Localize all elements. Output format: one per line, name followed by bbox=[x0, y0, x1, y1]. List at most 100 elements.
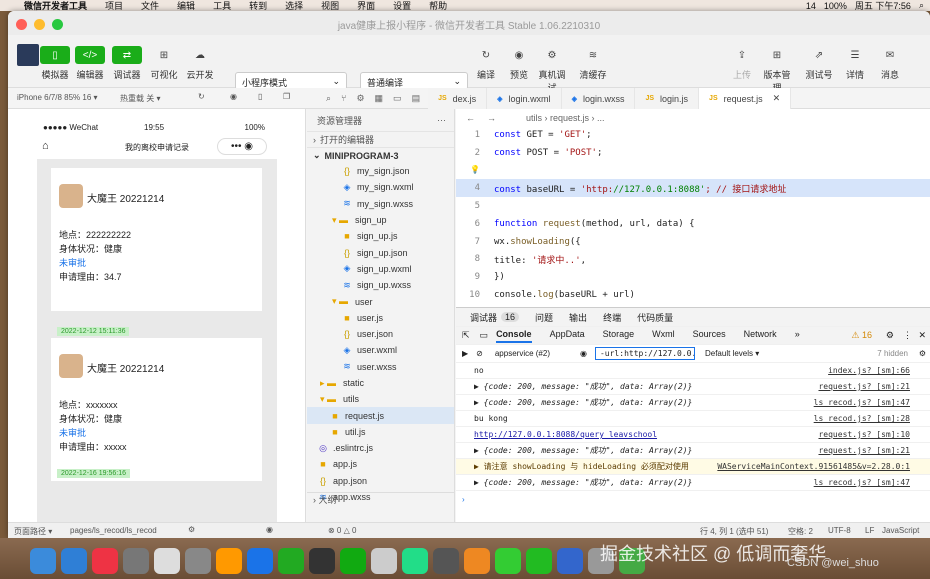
preview-icon[interactable]: ◉ bbox=[266, 525, 273, 534]
menu-item[interactable]: 转到 bbox=[249, 0, 267, 11]
code-line[interactable]: 7 wx.showLoading({ bbox=[456, 233, 930, 251]
eye-icon[interactable]: ◉ bbox=[580, 349, 587, 358]
search-icon[interactable]: ⌕ bbox=[326, 93, 331, 104]
console-row[interactable]: ▶ {code: 200, message: "成功", data: Array… bbox=[456, 395, 930, 411]
console-row[interactable]: bu kong ls_recod.js? [sm]:28 bbox=[456, 411, 930, 427]
console-source-link[interactable]: request.js? [sm]:21 bbox=[818, 382, 910, 391]
file-item[interactable]: ■ util.js bbox=[307, 424, 454, 440]
indent-setting[interactable]: 空格: 2 bbox=[788, 526, 813, 537]
console-message[interactable]: http://127.0.0.1:8088/query_leavschool bbox=[474, 430, 657, 439]
warning-count[interactable]: ⚠ 16 bbox=[851, 330, 872, 341]
code-line[interactable]: 4 const baseURL = 'http://127.0.0.1:8088'… bbox=[456, 179, 930, 198]
sidebar-toggle-icon[interactable]: ▶ bbox=[462, 349, 468, 358]
settings-icon[interactable]: ⚙ bbox=[188, 525, 195, 534]
copy-icon[interactable]: ❐ bbox=[283, 92, 290, 101]
console-row[interactable]: ▶ {code: 200, message: "成功", data: Array… bbox=[456, 475, 930, 491]
menu-item[interactable]: 视图 bbox=[321, 0, 339, 11]
phone-icon[interactable]: ▯ bbox=[258, 92, 262, 101]
menu-item[interactable]: 选择 bbox=[285, 0, 303, 11]
record-card[interactable]: 大魔王 20221214 地点：xxxxxxx 身体状况：健康 未审批 申请理由… bbox=[51, 338, 262, 481]
toolbar-button[interactable]: ⇗ 测试号 bbox=[802, 46, 836, 81]
toolbar-button[interactable]: ⚙真机调试 bbox=[535, 46, 569, 94]
phone-button[interactable]: ▯ 模拟器 bbox=[38, 46, 72, 81]
encoding[interactable]: UTF-8 bbox=[828, 526, 851, 535]
code-line[interactable]: 2 const POST = 'POST'; bbox=[456, 144, 930, 162]
forward-icon[interactable]: → bbox=[487, 113, 496, 123]
editor-tab[interactable]: JS login.js bbox=[635, 88, 700, 109]
dock-app-icon[interactable] bbox=[464, 548, 490, 574]
debug-top-tab[interactable]: 终端 bbox=[603, 311, 621, 324]
avatar[interactable] bbox=[17, 44, 39, 66]
file-item[interactable]: {} user.json bbox=[307, 326, 454, 342]
dock-app-icon[interactable] bbox=[30, 548, 56, 574]
dock-app-icon[interactable] bbox=[371, 548, 397, 574]
dock-app-icon[interactable] bbox=[278, 548, 304, 574]
editor-tab[interactable]: ◈ login.wxml bbox=[487, 88, 562, 109]
capsule-menu[interactable]: ••• ◉ bbox=[217, 138, 267, 155]
toolbar-button[interactable]: ≋ 清缓存 bbox=[576, 46, 610, 81]
folder-item[interactable]: ▸ ▬ static bbox=[307, 375, 454, 391]
refresh-icon[interactable]: ↻ bbox=[198, 92, 205, 101]
menu-item[interactable]: 编辑 bbox=[177, 0, 195, 11]
console-row[interactable]: http://127.0.0.1:8088/query_leavschool re… bbox=[456, 427, 930, 443]
file-item[interactable]: ■ sign_up.js bbox=[307, 228, 454, 244]
terminal-icon[interactable]: ▭ bbox=[393, 93, 402, 104]
language-mode[interactable]: JavaScript bbox=[882, 526, 919, 535]
filter-input[interactable]: -url:http://127.0.0.1:2 bbox=[594, 347, 695, 360]
devtools-tab[interactable]: Network bbox=[744, 329, 777, 343]
dock-app-icon[interactable] bbox=[92, 548, 118, 574]
console-source-link[interactable]: request.js? [sm]:10 bbox=[818, 430, 910, 439]
console-row[interactable]: ▶ {code: 200, message: "成功", data: Array… bbox=[456, 379, 930, 395]
debug-count-badge[interactable]: 16 bbox=[501, 312, 520, 322]
devtools-tab[interactable]: » bbox=[795, 329, 800, 343]
hot-reload-select[interactable]: 热重载 关 ▾ bbox=[120, 93, 160, 104]
toolbar-button[interactable]: ↻ 编译 bbox=[469, 46, 503, 81]
menu-item[interactable]: 帮助 bbox=[429, 0, 447, 11]
console-row[interactable]: ▶ 请注意 showLoading 与 hideLoading 必须配对使用 WA… bbox=[456, 459, 930, 475]
console-source-link[interactable]: request.js? [sm]:21 bbox=[818, 446, 910, 455]
file-item[interactable]: {} sign_up.json bbox=[307, 244, 454, 260]
clear-console-icon[interactable]: ⊘ bbox=[476, 349, 483, 358]
levels-select[interactable]: Default levels ▾ bbox=[705, 349, 759, 358]
dock-app-icon[interactable] bbox=[247, 548, 273, 574]
console-source-link[interactable]: ls_recod.js? [sm]:47 bbox=[814, 478, 910, 487]
dock-app-icon[interactable] bbox=[402, 548, 428, 574]
dock-app-icon[interactable] bbox=[526, 548, 552, 574]
console-source-link[interactable]: WAServiceMainContext.91561485&v=2.28.0:1 bbox=[717, 462, 910, 471]
dock-app-icon[interactable] bbox=[433, 548, 459, 574]
more-icon[interactable]: ··· bbox=[437, 115, 446, 125]
more-icon[interactable]: ⋮ bbox=[903, 330, 912, 341]
debug-top-tab[interactable]: 输出 bbox=[569, 311, 587, 324]
file-item[interactable]: ■ app.js bbox=[307, 456, 454, 472]
toolbar-button[interactable]: ✉ 消息 bbox=[873, 46, 907, 81]
settings-icon[interactable]: ⚙ bbox=[886, 330, 894, 341]
dock-app-icon[interactable] bbox=[185, 548, 211, 574]
editor-tab[interactable]: ◈ login.wxss bbox=[562, 88, 636, 109]
record-card[interactable]: 大魔王 20221214 地点：222222222 身体状况：健康 未审批 申请… bbox=[51, 168, 262, 311]
context-select[interactable]: appservice (#2) bbox=[495, 349, 550, 358]
problem-counts[interactable]: ⊗ 0 △ 0 bbox=[328, 526, 356, 535]
code-line[interactable]: 10 console.log(baseURL + url) bbox=[456, 286, 930, 304]
outline-section[interactable]: › 大纲 bbox=[307, 492, 454, 506]
dock-app-icon[interactable] bbox=[216, 548, 242, 574]
line-ending[interactable]: LF bbox=[865, 526, 874, 535]
console-row[interactable]: ▶ {code: 200, message: "成功", data: Array… bbox=[456, 443, 930, 459]
close-icon[interactable]: ✕ bbox=[773, 93, 781, 104]
device-select[interactable]: iPhone 6/7/8 85% 16 ▾ bbox=[17, 93, 98, 102]
back-icon[interactable]: ← bbox=[466, 113, 475, 123]
cloud-button[interactable]: ☁ 云开发 bbox=[183, 46, 217, 81]
code-editor[interactable]: ← → utils › request.js › ... 1 const GET … bbox=[456, 109, 930, 307]
menu-item[interactable]: 工具 bbox=[213, 0, 231, 11]
console-row[interactable]: no index.js? [sm]:66 bbox=[456, 363, 930, 379]
menu-item[interactable]: 设置 bbox=[393, 0, 411, 11]
editor-tab[interactable]: JS dex.js bbox=[428, 88, 488, 109]
dock-app-icon[interactable] bbox=[495, 548, 521, 574]
dock-app-icon[interactable] bbox=[309, 548, 335, 574]
file-item[interactable]: {} my_sign.json bbox=[307, 163, 454, 179]
debug-top-tab[interactable]: 代码质量 bbox=[637, 311, 673, 324]
toolbar-button[interactable]: ◉ 预览 bbox=[502, 46, 536, 81]
page-path-label[interactable]: 页面路径 ▾ bbox=[14, 526, 52, 537]
devtools-tab[interactable]: AppData bbox=[550, 329, 585, 343]
dock-app-icon[interactable] bbox=[557, 548, 583, 574]
file-item[interactable]: ≋ sign_up.wxss bbox=[307, 277, 454, 293]
